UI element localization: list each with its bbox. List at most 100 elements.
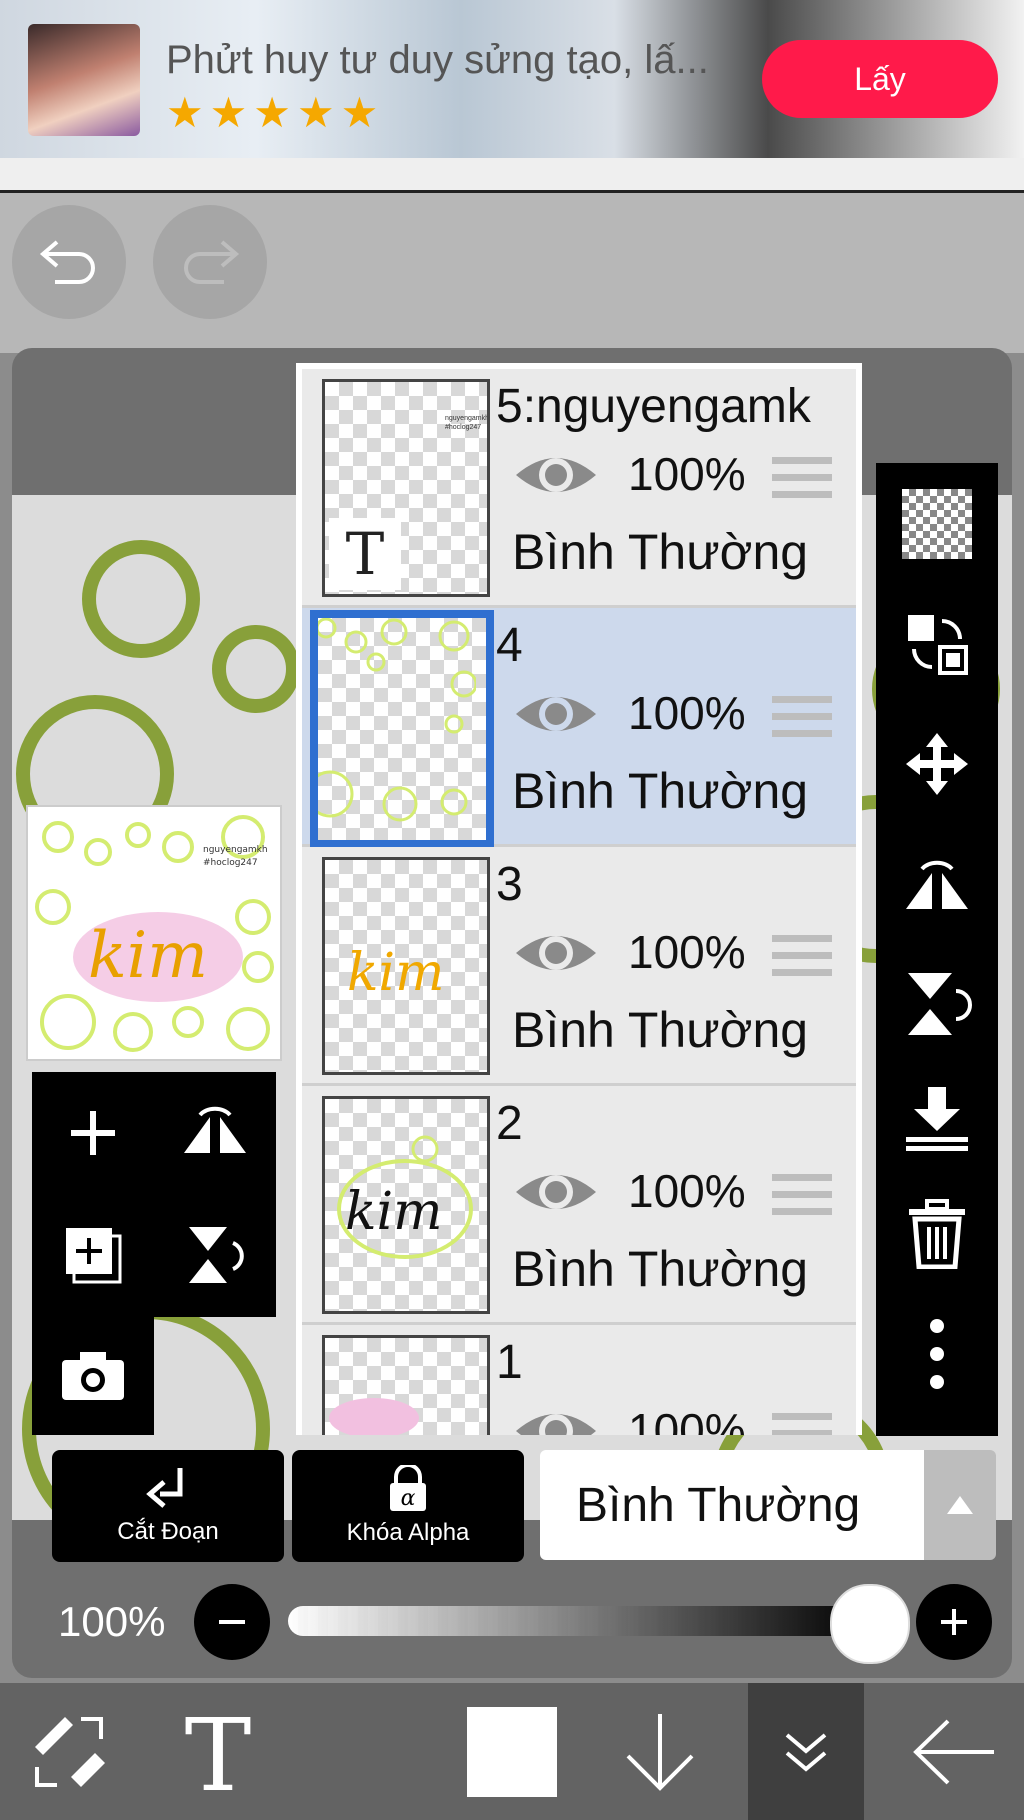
merge-down-icon <box>906 1087 968 1151</box>
minus-icon <box>219 1620 245 1624</box>
text-tool-icon: T <box>185 1704 252 1800</box>
more-options-button[interactable] <box>876 1299 998 1409</box>
layer-thumbnail: kim <box>322 857 490 1075</box>
clip-arrow-icon <box>146 1468 183 1508</box>
flip-vertical-icon <box>189 1227 244 1283</box>
text-tool-button[interactable]: T <box>148 1683 288 1820</box>
brush-eraser-icon <box>35 1716 105 1787</box>
blend-mode-select[interactable]: Bình Thường <box>540 1450 924 1560</box>
current-color-swatch <box>467 1706 557 1797</box>
move-layer-down-button[interactable] <box>590 1683 730 1820</box>
layer-thumbnail: T nguyengamkh #hoclog247 <box>322 379 490 597</box>
camera-tool[interactable] <box>32 1317 154 1435</box>
layer-right-tools <box>876 463 998 1436</box>
layer-thumbnail <box>310 610 494 848</box>
layer-thumbnail <box>322 1335 490 1435</box>
brush-eraser-toggle-button[interactable] <box>0 1683 140 1820</box>
flip-horizontal-button[interactable] <box>154 1072 276 1194</box>
opacity-increase-button[interactable] <box>916 1584 992 1660</box>
flip-horizontal-layer-button[interactable] <box>876 829 998 939</box>
move-arrows-icon <box>906 733 968 795</box>
eye-icon <box>516 458 596 492</box>
layer-row-2[interactable]: kim 2 100% Bình Thường <box>302 1086 856 1325</box>
eye-icon <box>516 936 596 970</box>
flip-vertical-button[interactable] <box>154 1194 276 1316</box>
ad-title: Phửt huy tư duy sửng tạo, lấ... <box>166 38 709 82</box>
canvas-preview-thumbnail: kim nguyengamkh #hoclog247 <box>26 805 282 1061</box>
layer-row-1[interactable]: 1 100% <box>302 1325 856 1435</box>
flip-horizontal-icon <box>184 1106 246 1153</box>
transparent-fill-button[interactable] <box>876 469 998 579</box>
svg-text:#hoclog247: #hoclog247 <box>203 858 258 868</box>
swap-layer-button[interactable] <box>876 589 998 699</box>
clipping-button[interactable]: Cắt Đoạn <box>52 1450 284 1562</box>
eye-icon <box>516 1414 596 1435</box>
blend-mode-dropdown-button[interactable] <box>924 1450 996 1560</box>
visibility-toggle[interactable] <box>514 1164 598 1220</box>
camera-icon <box>62 1352 124 1400</box>
layer-blend-mode: Bình Thường <box>512 1241 809 1297</box>
drag-handle-icon[interactable] <box>772 1174 832 1222</box>
camera-import-button[interactable] <box>32 1317 154 1435</box>
undo-arrow-icon <box>39 240 95 284</box>
drag-handle-icon[interactable] <box>772 696 832 744</box>
swap-icon <box>908 615 968 675</box>
drag-handle-icon[interactable] <box>772 457 832 505</box>
opacity-slider-track[interactable] <box>288 1606 868 1636</box>
undo-button[interactable] <box>12 205 126 319</box>
layer-blend-mode: Bình Thường <box>512 524 809 580</box>
svg-text:kim: kim <box>88 919 208 993</box>
flip-vertical-layer-button[interactable] <box>876 949 998 1059</box>
add-layer-button[interactable] <box>32 1072 154 1194</box>
redo-button[interactable] <box>153 205 267 319</box>
ad-get-button[interactable]: Lấy <box>762 40 998 118</box>
visibility-toggle[interactable] <box>514 447 598 503</box>
layer-opacity: 100% <box>628 926 746 978</box>
svg-text:kim: kim <box>347 943 444 1003</box>
visibility-toggle[interactable] <box>514 1403 598 1435</box>
layer-left-tools <box>32 1072 276 1317</box>
ad-separator <box>0 158 1024 193</box>
drag-handle-icon[interactable] <box>772 1413 832 1435</box>
layers-panel[interactable]: T nguyengamkh #hoclog247 5:nguyengamk 100… <box>296 363 862 1435</box>
delete-layer-button[interactable] <box>876 1179 998 1289</box>
trash-icon <box>909 1199 965 1269</box>
back-button[interactable] <box>884 1683 1024 1820</box>
layer-row-5[interactable]: T nguyengamkh #hoclog247 5:nguyengamk 100… <box>302 369 856 608</box>
more-vertical-icon <box>930 1319 944 1389</box>
double-chevron-down-icon <box>785 1732 827 1772</box>
visibility-toggle[interactable] <box>514 925 598 981</box>
opacity-decrease-button[interactable] <box>194 1584 270 1660</box>
svg-text:kim: kim <box>345 1182 442 1242</box>
layer-opacity: 100% <box>628 448 746 500</box>
layer-row-4[interactable]: 4 100% Bình Thường <box>302 608 856 848</box>
opacity-label: 100% <box>58 1598 166 1645</box>
drag-handle-icon[interactable] <box>772 935 832 983</box>
alpha-lock-label: Khóa Alpha <box>346 1519 470 1546</box>
svg-text:α: α <box>401 1486 416 1511</box>
duplicate-layer-button[interactable] <box>32 1194 154 1316</box>
visibility-toggle[interactable] <box>514 686 598 742</box>
layer-opacity: 100% <box>628 1165 746 1217</box>
layer-blend-mode: Bình Thường <box>512 1002 809 1058</box>
collapse-panel-button[interactable] <box>748 1683 864 1820</box>
eye-icon <box>516 697 596 731</box>
arrow-left-icon <box>913 1719 994 1784</box>
eye-icon <box>516 1175 596 1209</box>
layer-name: 5:nguyengamk <box>496 380 811 433</box>
svg-text:T: T <box>185 1704 252 1800</box>
ad-thumbnail <box>28 24 140 136</box>
duplicate-layer-icon <box>66 1228 122 1284</box>
merge-down-button[interactable] <box>876 1063 998 1173</box>
layer-opacity: 100% <box>628 1404 746 1435</box>
move-button[interactable] <box>876 709 998 819</box>
layer-opacity: 100% <box>628 687 746 739</box>
color-swatch-button[interactable] <box>442 1683 582 1820</box>
opacity-slider-thumb[interactable] <box>830 1584 910 1664</box>
layer-row-3[interactable]: kim 3 100% Bình Thường <box>302 847 856 1086</box>
layer-name: 4 <box>496 619 523 672</box>
ad-banner[interactable]: Phửt huy tư duy sửng tạo, lấ... ★★★★★ Lấ… <box>0 0 1024 158</box>
plus-icon <box>71 1111 115 1155</box>
clipping-label: Cắt Đoạn <box>117 1518 219 1545</box>
alpha-lock-button[interactable]: α Khóa Alpha <box>292 1450 524 1562</box>
